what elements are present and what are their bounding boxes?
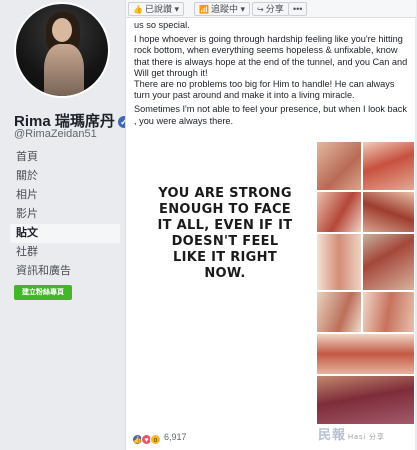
nav-item-posts[interactable]: 貼文 <box>10 224 120 243</box>
liked-button[interactable]: 👍 已說讚 ▾ <box>128 2 185 16</box>
post-paragraph: I hope whoever is going through hardship… <box>134 34 408 78</box>
avatar[interactable] <box>14 2 110 98</box>
share-icon: ↪ <box>257 5 264 14</box>
nav-item-info-ads[interactable]: 資訊和廣告 <box>10 262 120 281</box>
collage-photo <box>317 192 361 232</box>
following-label: 追蹤中 <box>210 4 238 14</box>
share-label: 分享 <box>265 4 284 14</box>
collage-photo <box>363 292 414 332</box>
page-nav: 首頁 關於 相片 影片 貼文 社群 資訊和廣告 <box>10 148 120 281</box>
reaction-count: 6,917 <box>164 432 187 442</box>
post-image[interactable]: YOU ARE STRONG ENOUGH TO FACE IT ALL, EV… <box>128 142 414 424</box>
collage-photo <box>363 192 414 232</box>
page-action-bar: 👍 已說讚 ▾ 📶 追蹤中 ▾ ↪ 分享 ••• <box>126 0 416 18</box>
thumbs-up-icon: 👍 <box>133 5 143 14</box>
nav-item-videos[interactable]: 影片 <box>10 205 120 224</box>
reaction-summary[interactable]: 👍 ♥ o 6,917 <box>132 430 187 445</box>
image-quote-text: YOU ARE STRONG ENOUGH TO FACE IT ALL, EV… <box>157 186 293 281</box>
more-button[interactable]: ••• <box>288 2 308 16</box>
burn-photo-collage <box>317 142 414 424</box>
collage-photo <box>317 142 361 190</box>
create-page-button[interactable]: 建立粉絲專頁 <box>14 285 72 300</box>
avatar-face <box>52 18 72 42</box>
following-button[interactable]: 📶 追蹤中 ▾ <box>194 2 251 16</box>
watermark-text: 民報 <box>318 427 347 442</box>
collage-photo <box>317 334 414 374</box>
post-paragraph: us so special. <box>134 20 190 30</box>
collage-photo <box>363 142 414 190</box>
collage-photo <box>317 292 361 332</box>
nav-item-community[interactable]: 社群 <box>10 243 120 262</box>
page-handle: @RimaZeidan51 <box>14 128 97 140</box>
watermark: 民報 Hasi 分享 <box>318 424 385 443</box>
rss-icon: 📶 <box>199 5 209 14</box>
collage-photo <box>317 376 414 424</box>
avatar-body <box>44 44 84 96</box>
nav-item-photos[interactable]: 相片 <box>10 186 120 205</box>
post-paragraph: Sometimes I'm not able to feel your pres… <box>134 104 407 126</box>
nav-item-home[interactable]: 首頁 <box>10 148 120 167</box>
collage-photo <box>317 234 361 290</box>
post-text: us so special. I hope whoever is going t… <box>134 20 412 127</box>
liked-label: 已說讚 <box>144 4 172 14</box>
collage-photo <box>363 234 414 290</box>
share-button[interactable]: ↪ 分享 <box>252 2 289 16</box>
post-card: 👍 已說讚 ▾ 📶 追蹤中 ▾ ↪ 分享 ••• us so special. I h… <box>125 0 416 450</box>
left-sidebar: Rima 瑞瑪席丹 ✓ @RimaZeidan51 首頁 關於 相片 影片 貼文 … <box>0 0 130 450</box>
watermark-sub: Hasi 分享 <box>348 434 385 441</box>
wow-icon: o <box>150 434 161 445</box>
nav-item-about[interactable]: 關於 <box>10 167 120 186</box>
post-paragraph: There are no problems too big for Him to… <box>134 79 395 101</box>
